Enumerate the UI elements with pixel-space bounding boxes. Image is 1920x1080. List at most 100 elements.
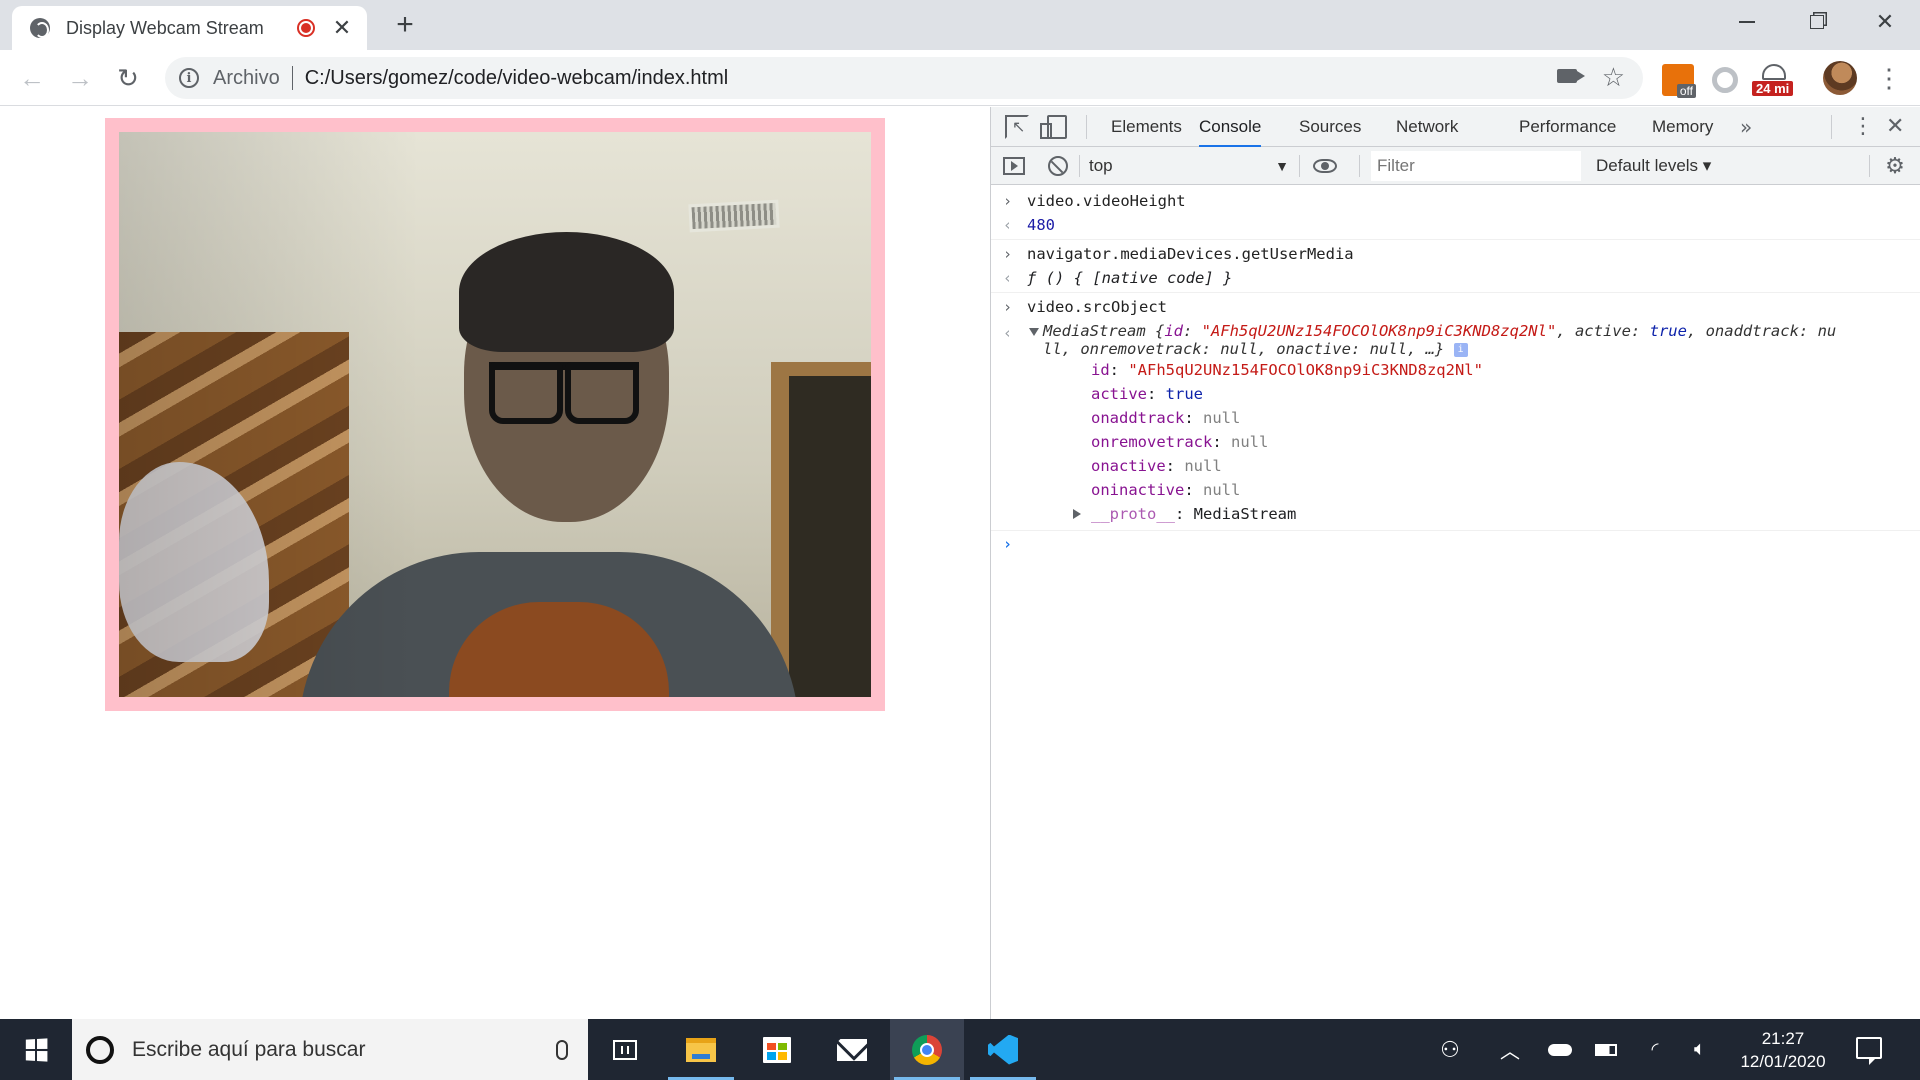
chrome-icon	[912, 1034, 942, 1065]
property-row: onactive: null	[1091, 457, 1222, 475]
property-row: id: "AFh5qU2UNz154FOCOlOK8np9iC3KND8zq2N…	[1091, 361, 1483, 379]
origin-chip: Archivo	[213, 66, 280, 89]
taskbar-clock[interactable]: 21:27 12/01/2020	[1728, 1027, 1838, 1073]
tab-close-icon[interactable]: ✕	[331, 15, 353, 41]
minimize-button[interactable]	[1712, 0, 1782, 44]
context-label: top	[1089, 156, 1113, 175]
webcam-video[interactable]	[119, 132, 871, 697]
start-button[interactable]	[0, 1019, 72, 1080]
info-icon[interactable]: i	[179, 68, 199, 88]
property-row: oninactive: null	[1091, 481, 1241, 499]
browser-tab[interactable]: Display Webcam Stream ✕	[12, 6, 367, 50]
mail-icon	[837, 1038, 867, 1061]
extension-ring-icon[interactable]	[1712, 67, 1738, 93]
tab-memory[interactable]: Memory	[1652, 107, 1713, 147]
console-input-row: › navigator.mediaDevices.getUserMedia	[1003, 245, 1354, 263]
console-output: › video.videoHeight ‹ 480 › navigator.me…	[991, 186, 1920, 559]
wifi-icon[interactable]: ◜	[1635, 1019, 1675, 1080]
extension-weather-icon[interactable]: 24 mi	[1752, 64, 1796, 96]
property-row: active: true	[1091, 385, 1203, 403]
windows-logo-icon	[25, 1037, 48, 1062]
clear-console-icon[interactable]	[1048, 156, 1068, 176]
console-sidebar-icon[interactable]	[1003, 157, 1025, 175]
restore-button[interactable]	[1782, 0, 1852, 44]
file-explorer-button[interactable]	[664, 1019, 738, 1080]
windows-taskbar: Escribe aquí para buscar ⚇ ︿ ◜ 🔈︎ 21:27 …	[0, 1019, 1920, 1080]
people-icon[interactable]: ⚇	[1430, 1019, 1470, 1080]
battery-icon[interactable]	[1586, 1019, 1626, 1080]
clock-time: 21:27	[1761, 1029, 1805, 1048]
mediastream-result: ‹ MediaStream {id: "AFh5qU2UNz154FOCOlOK…	[991, 320, 1920, 531]
new-tab-button[interactable]: +	[390, 8, 420, 42]
close-window-button[interactable]: ✕	[1850, 0, 1920, 44]
extension-off-icon[interactable]: off	[1662, 64, 1696, 98]
page-content	[0, 107, 990, 1019]
browser-titlebar: Display Webcam Stream ✕ + ✕	[0, 0, 1920, 50]
console-settings-gear-icon[interactable]: ⚙	[1884, 155, 1906, 177]
device-toolbar-icon[interactable]	[1040, 115, 1067, 139]
devtools-menu-icon[interactable]: ⋮	[1852, 107, 1874, 147]
taskbar-search-placeholder: Escribe aquí para buscar	[132, 1037, 366, 1061]
recording-icon	[297, 19, 315, 37]
taskbar-search[interactable]: Escribe aquí para buscar	[72, 1019, 588, 1080]
profile-avatar[interactable]	[1823, 61, 1857, 95]
task-view-icon	[613, 1039, 637, 1060]
vscode-button[interactable]	[966, 1019, 1040, 1080]
log-levels-dropdown[interactable]: Default levels ▾	[1596, 154, 1711, 178]
live-expression-eye-icon[interactable]	[1313, 159, 1337, 173]
camera-in-use-icon[interactable]	[1557, 69, 1585, 83]
back-button[interactable]: ←	[14, 60, 50, 96]
tab-elements[interactable]: Elements	[1111, 107, 1182, 147]
forward-button[interactable]: →	[62, 60, 98, 96]
weather-badge: 24 mi	[1752, 81, 1794, 96]
console-toolbar: top ▼ Default levels ▾ ⚙	[991, 147, 1920, 185]
console-result-row: ‹ 480	[991, 214, 1920, 240]
mediastream-summary[interactable]: MediaStream {id: "AFh5qU2UNz154FOCOlOK8n…	[1027, 320, 1920, 358]
volume-icon[interactable]: 🔈︎	[1680, 1019, 1720, 1080]
microphone-icon[interactable]	[556, 1039, 568, 1060]
bookmark-star-icon[interactable]: ☆	[1602, 63, 1625, 91]
globe-icon	[30, 18, 50, 38]
browser-toolbar: ← → ↻ i Archivo C:/Users/gomez/code/vide…	[0, 50, 1920, 106]
url-text[interactable]: C:/Users/gomez/code/video-webcam/index.h…	[305, 67, 729, 90]
omnibox-divider	[291, 66, 293, 90]
browser-menu-icon[interactable]: ⋮	[1876, 62, 1902, 94]
devtools-tabbar: Elements Console Sources Network Perform…	[991, 107, 1920, 147]
store-button[interactable]	[740, 1019, 814, 1080]
result-arrow-icon: ‹	[1003, 324, 1013, 342]
expand-triangle-icon[interactable]	[1073, 509, 1081, 519]
chevron-down-icon: ▼	[1275, 158, 1289, 174]
console-input-row: › video.srcObject	[1003, 298, 1167, 316]
notification-center-icon[interactable]	[1856, 1037, 1882, 1065]
task-view-button[interactable]	[588, 1019, 662, 1080]
property-row: onremovetrack: null	[1091, 433, 1269, 451]
property-row: onaddtrack: null	[1091, 409, 1241, 427]
extension-off-badge: off	[1676, 84, 1696, 98]
mail-button[interactable]	[815, 1019, 889, 1080]
tab-console[interactable]: Console	[1199, 107, 1262, 147]
chevron-right-icon: ›	[1003, 298, 1013, 316]
console-result-row: ‹ ƒ () { [native code] }	[991, 267, 1920, 293]
console-prompt[interactable]: ›	[991, 533, 1920, 559]
vscode-icon	[988, 1034, 1018, 1065]
chevron-up-icon[interactable]: ︿	[1490, 1019, 1530, 1080]
clock-date: 12/01/2020	[1740, 1052, 1826, 1071]
devtools-close-icon[interactable]: ✕	[1886, 107, 1904, 147]
info-badge-icon[interactable]: i	[1453, 342, 1468, 357]
onedrive-icon[interactable]	[1540, 1019, 1580, 1080]
cortana-icon[interactable]	[86, 1035, 114, 1064]
context-selector[interactable]: top ▼	[1089, 154, 1289, 178]
prompt-chevron-icon: ›	[1003, 535, 1013, 553]
tab-network[interactable]: Network	[1396, 107, 1458, 147]
expand-triangle-icon[interactable]	[1029, 328, 1039, 336]
reload-button[interactable]: ↻	[110, 60, 146, 96]
tab-sources[interactable]: Sources	[1299, 107, 1361, 147]
tab-performance[interactable]: Performance	[1519, 107, 1616, 147]
proto-row[interactable]: __proto__: MediaStream	[1027, 502, 1920, 526]
chevron-right-icon: ›	[1003, 192, 1013, 210]
chrome-button[interactable]	[890, 1019, 964, 1080]
console-filter-input[interactable]	[1371, 151, 1581, 181]
more-tabs-icon[interactable]: »	[1740, 107, 1752, 147]
address-bar[interactable]: i Archivo C:/Users/gomez/code/video-webc…	[165, 57, 1643, 99]
inspect-element-icon[interactable]	[1005, 115, 1029, 139]
